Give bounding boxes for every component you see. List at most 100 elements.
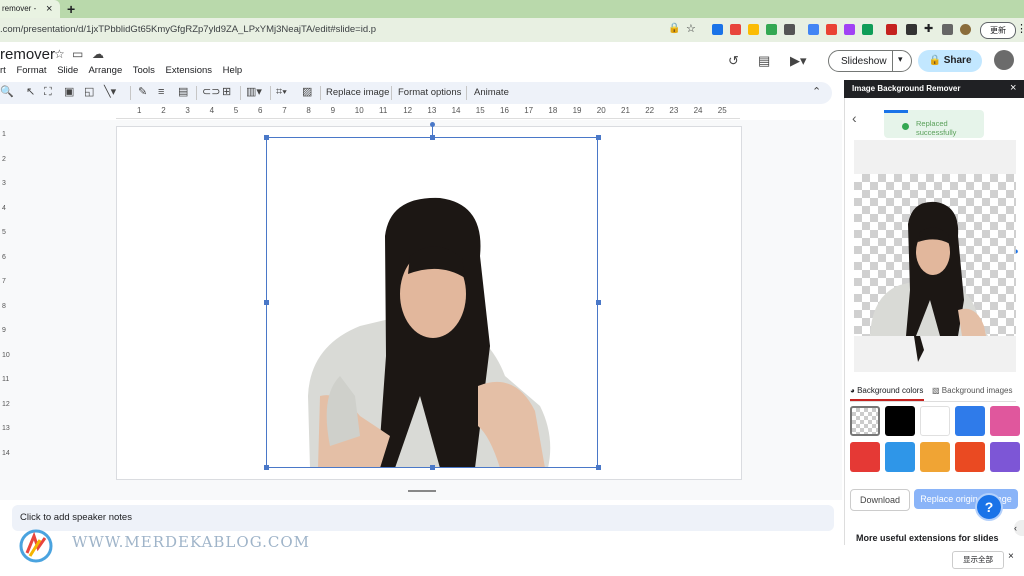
speaker-notes[interactable]: Click to add speaker notes bbox=[12, 505, 834, 531]
menu-arrange[interactable]: Arrange bbox=[88, 65, 122, 76]
resize-handle[interactable] bbox=[596, 465, 601, 470]
color-swatch[interactable] bbox=[920, 442, 950, 472]
avatar[interactable] bbox=[994, 50, 1014, 70]
puzzle-icon[interactable]: ✚ bbox=[924, 22, 933, 35]
reset-image-icon[interactable]: ▨ bbox=[302, 85, 312, 99]
comment-icon[interactable]: ▤ bbox=[758, 53, 770, 69]
extension-icon[interactable] bbox=[844, 24, 855, 35]
line-icon[interactable]: ╲▾ bbox=[104, 85, 116, 99]
notes-resize-handle[interactable] bbox=[408, 490, 436, 492]
history-icon[interactable]: ↺ bbox=[728, 53, 739, 69]
extension-icon[interactable] bbox=[826, 24, 837, 35]
image-selection-box[interactable] bbox=[266, 137, 598, 468]
help-icon[interactable]: ? bbox=[975, 493, 1003, 521]
menu-insert[interactable]: rt bbox=[0, 65, 6, 76]
color-swatch[interactable] bbox=[955, 442, 985, 472]
lock-icon: 🔒 bbox=[668, 23, 681, 34]
document-title[interactable]: remover bbox=[0, 45, 55, 65]
check-circle-icon bbox=[902, 123, 909, 130]
address-bar[interactable]: .com/presentation/d/1jxTPbblidGt65KmyGfg… bbox=[0, 21, 700, 39]
color-swatch[interactable] bbox=[920, 406, 950, 436]
color-swatch[interactable] bbox=[990, 406, 1020, 436]
menu-format[interactable]: Format bbox=[16, 65, 46, 76]
extension-icon[interactable] bbox=[784, 24, 795, 35]
extension-icon[interactable] bbox=[712, 24, 723, 35]
color-swatch[interactable] bbox=[885, 442, 915, 472]
resize-handle[interactable] bbox=[264, 135, 269, 140]
tab-background-colors[interactable]: ◕ Background colors bbox=[850, 385, 923, 397]
close-icon[interactable]: × bbox=[1008, 551, 1014, 562]
extension-icon[interactable] bbox=[730, 24, 741, 35]
shape-icon[interactable]: ◱ bbox=[84, 85, 94, 99]
menu-help[interactable]: Help bbox=[223, 65, 243, 76]
cursor-icon[interactable]: ↖ bbox=[26, 85, 35, 99]
select-icon[interactable]: ⛶ bbox=[44, 85, 52, 99]
resize-handle[interactable] bbox=[596, 300, 601, 305]
extension-icon[interactable] bbox=[906, 24, 917, 35]
side-handle-icon[interactable]: ◗ bbox=[1014, 246, 1024, 260]
close-icon[interactable]: × bbox=[1010, 82, 1016, 94]
extension-icon[interactable] bbox=[886, 24, 897, 35]
show-all-button[interactable]: 显示全部 bbox=[952, 551, 1004, 569]
resize-handle[interactable] bbox=[430, 465, 435, 470]
menu-slide[interactable]: Slide bbox=[57, 65, 78, 76]
replace-image-button[interactable]: Replace image bbox=[326, 86, 389, 100]
tab-close-icon[interactable]: × bbox=[46, 0, 52, 18]
extension-icon[interactable] bbox=[942, 24, 953, 35]
ruler-number: 19 bbox=[572, 106, 582, 115]
crop-icon[interactable]: ⌗▾ bbox=[276, 85, 287, 99]
border-dash-icon[interactable]: ▤ bbox=[178, 85, 188, 99]
collapse-toolbar-icon[interactable]: ⌃ bbox=[812, 85, 821, 99]
image-icon[interactable]: ▣ bbox=[64, 85, 74, 99]
menu-tools[interactable]: Tools bbox=[133, 65, 155, 76]
watermark-text: WWW.MERDEKABLOG.COM bbox=[72, 533, 311, 551]
resize-handle[interactable] bbox=[264, 465, 269, 470]
color-swatch[interactable] bbox=[990, 442, 1020, 472]
animate-button[interactable]: Animate bbox=[474, 86, 509, 100]
color-swatch[interactable] bbox=[885, 406, 915, 436]
ruler-number: 20 bbox=[596, 106, 606, 115]
zoom-icon[interactable]: 🔍 bbox=[0, 85, 14, 99]
update-button[interactable]: 更新 bbox=[980, 22, 1016, 39]
download-button[interactable]: Download bbox=[850, 489, 910, 511]
panel-title: Image Background Remover bbox=[844, 80, 1024, 98]
new-tab-button[interactable]: + bbox=[67, 0, 75, 18]
toolbar-divider bbox=[270, 86, 271, 100]
resize-handle[interactable] bbox=[430, 135, 435, 140]
rotate-handle[interactable] bbox=[430, 122, 435, 127]
color-swatch[interactable] bbox=[850, 406, 880, 436]
preview-image bbox=[870, 201, 988, 362]
extension-icon[interactable] bbox=[748, 24, 759, 35]
chevron-left-icon[interactable]: ‹ bbox=[1014, 520, 1024, 536]
back-arrow-icon[interactable]: ‹ bbox=[852, 110, 857, 126]
border-weight-icon[interactable]: ≡ bbox=[158, 85, 164, 99]
resize-handle[interactable] bbox=[596, 135, 601, 140]
format-options-button[interactable]: Format options bbox=[398, 86, 461, 100]
extension-icon[interactable] bbox=[808, 24, 819, 35]
ruler-number: 3 bbox=[185, 106, 190, 115]
ruler-number: 9 bbox=[2, 327, 6, 334]
ruler-number: 10 bbox=[354, 106, 364, 115]
tab-divider bbox=[850, 401, 1016, 402]
more-vert-icon[interactable]: ⋮ bbox=[1016, 22, 1024, 35]
profile-icon[interactable] bbox=[960, 24, 971, 35]
tab-images-label: Background images bbox=[941, 386, 1013, 395]
share-button[interactable]: 🔒 Share bbox=[918, 50, 982, 72]
bookmark-star-icon[interactable]: ☆ bbox=[686, 22, 696, 35]
folder-icon[interactable]: ▭ bbox=[72, 47, 83, 61]
resize-handle[interactable] bbox=[264, 300, 269, 305]
pen-icon[interactable]: ✎ bbox=[138, 85, 147, 99]
extension-icon[interactable] bbox=[862, 24, 873, 35]
align-icon[interactable]: ▥▾ bbox=[246, 85, 262, 99]
video-icon[interactable]: ▶▾ bbox=[790, 53, 807, 69]
color-swatch[interactable] bbox=[955, 406, 985, 436]
color-swatch[interactable] bbox=[850, 442, 880, 472]
star-icon[interactable]: ☆ bbox=[54, 47, 65, 61]
extension-icon[interactable] bbox=[766, 24, 777, 35]
share-label: Share bbox=[943, 55, 972, 66]
menu-extensions[interactable]: Extensions bbox=[166, 65, 212, 76]
tab-background-images[interactable]: ▧ Background images bbox=[932, 385, 1013, 397]
link-icon[interactable]: ⊂⊃ bbox=[202, 85, 220, 99]
comment-add-icon[interactable]: ⊞ bbox=[222, 85, 231, 99]
chevron-down-icon[interactable]: ▾ bbox=[898, 54, 903, 65]
